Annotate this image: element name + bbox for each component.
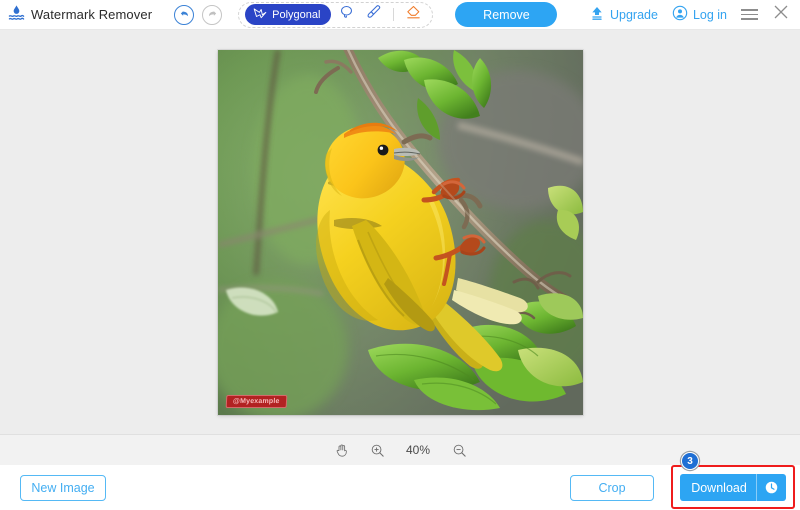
upgrade-button[interactable]: Upgrade xyxy=(589,5,658,24)
history-controls xyxy=(174,4,223,25)
zoom-level-label: 40% xyxy=(405,443,431,457)
image-canvas[interactable]: @Myexample xyxy=(0,30,800,434)
login-button[interactable]: Log in xyxy=(672,5,727,24)
watermark-droplet-icon xyxy=(8,4,25,26)
step-badge: 3 xyxy=(681,452,699,470)
footer-actions: Crop 3 Download xyxy=(570,452,800,509)
page-title: Watermark Remover xyxy=(31,7,153,22)
footer-toolbar: New Image Crop 3 Download xyxy=(0,452,800,510)
app-header: Watermark Remover Polygonal Remove Upgra… xyxy=(0,0,800,30)
upload-upgrade-icon xyxy=(589,5,605,24)
polygonal-lasso-icon xyxy=(253,7,267,22)
download-label: Download xyxy=(691,480,747,495)
tool-polygonal[interactable]: Polygonal xyxy=(245,4,332,25)
new-image-button[interactable]: New Image xyxy=(20,474,106,501)
clock-history-icon[interactable] xyxy=(757,480,786,495)
download-group: 3 Download xyxy=(671,452,795,509)
image-watermark: @Myexample xyxy=(225,394,287,408)
tool-brush[interactable] xyxy=(361,4,387,26)
bird-photo xyxy=(217,49,583,415)
remove-button[interactable]: Remove xyxy=(455,2,558,27)
tool-group: Polygonal xyxy=(238,1,434,28)
lasso-icon xyxy=(338,4,355,26)
brand: Watermark Remover xyxy=(0,4,152,26)
hamburger-menu-icon[interactable] xyxy=(741,9,758,20)
zoom-toolbar: 40% xyxy=(0,434,800,465)
redo-button[interactable] xyxy=(202,4,223,25)
header-right-group: Upgrade Log in xyxy=(589,3,800,26)
close-x-icon[interactable] xyxy=(772,3,790,26)
login-label: Log in xyxy=(692,7,727,22)
undo-arrow-icon xyxy=(179,6,190,24)
user-account-icon xyxy=(672,5,688,24)
tool-polygonal-label: Polygonal xyxy=(272,8,321,21)
zoom-in-icon[interactable] xyxy=(367,440,387,460)
eraser-icon xyxy=(405,4,422,26)
redo-arrow-icon xyxy=(207,6,218,24)
upgrade-label: Upgrade xyxy=(609,7,658,22)
hand-pan-icon[interactable] xyxy=(331,440,351,460)
crop-button[interactable]: Crop xyxy=(570,474,654,501)
photo-preview[interactable]: @Myexample xyxy=(217,49,583,415)
tool-lasso[interactable] xyxy=(333,4,359,26)
zoom-out-icon[interactable] xyxy=(449,440,469,460)
watermark-remover-app: Watermark Remover Polygonal Remove Upgra… xyxy=(0,0,800,510)
tool-divider xyxy=(393,8,395,21)
brush-icon xyxy=(366,4,383,26)
undo-button[interactable] xyxy=(174,4,195,25)
tool-eraser[interactable] xyxy=(400,4,426,26)
download-button[interactable]: Download xyxy=(680,474,786,501)
